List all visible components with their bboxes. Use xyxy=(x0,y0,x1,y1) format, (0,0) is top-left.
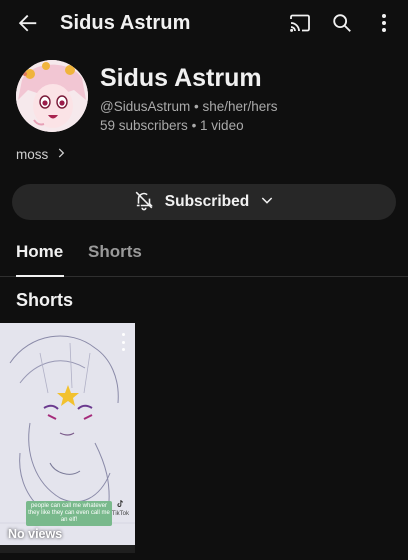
channel-link-text: moss xyxy=(16,147,49,162)
appbar-actions xyxy=(286,11,398,39)
channel-links-row[interactable]: moss xyxy=(16,146,68,163)
app-bar: Sidus Astrum xyxy=(0,0,408,50)
short-video-card[interactable]: people can call me whatever they like th… xyxy=(0,323,135,553)
separator-dot: • xyxy=(191,118,201,133)
tiktok-icon xyxy=(117,500,124,507)
search-button[interactable] xyxy=(328,11,356,39)
short-bottom-strip xyxy=(0,545,135,553)
channel-handle: @SidusAstrum xyxy=(100,99,191,114)
short-view-count: No views xyxy=(8,527,63,541)
more-options-button[interactable] xyxy=(370,11,398,39)
subscriber-count: 59 subscribers xyxy=(100,118,188,133)
channel-stats-line: 59 subscribers • 1 video xyxy=(100,118,278,133)
tiktok-watermark: TikTok xyxy=(112,499,129,517)
back-button[interactable] xyxy=(14,11,42,39)
page-title: Sidus Astrum xyxy=(60,12,191,34)
chevron-right-icon xyxy=(54,146,68,163)
tab-home[interactable]: Home xyxy=(16,242,63,262)
channel-header: Sidus Astrum @SidusAstrum • she/her/hers… xyxy=(16,58,396,138)
bell-off-icon xyxy=(133,189,155,216)
subscribed-button[interactable]: Subscribed xyxy=(12,184,396,220)
channel-handle-line: @SidusAstrum • she/her/hers xyxy=(100,99,278,114)
chevron-down-icon xyxy=(259,192,275,213)
video-count: 1 video xyxy=(200,118,244,133)
channel-name: Sidus Astrum xyxy=(100,64,262,92)
tab-shorts[interactable]: Shorts xyxy=(88,242,142,262)
avatar[interactable] xyxy=(16,60,88,132)
more-vert-icon xyxy=(121,333,125,336)
short-more-options-button[interactable] xyxy=(117,333,129,351)
short-caption-overlay: people can call me whatever they like th… xyxy=(26,501,112,526)
back-arrow-icon xyxy=(17,12,39,39)
tiktok-watermark-text: TikTok xyxy=(111,511,129,517)
cast-icon xyxy=(288,11,312,40)
more-vert-icon xyxy=(381,13,387,38)
channel-info: Sidus Astrum @SidusAstrum • she/her/hers… xyxy=(100,64,278,133)
channel-pronouns: she/her/hers xyxy=(202,99,278,114)
active-tab-indicator xyxy=(16,275,64,277)
shorts-section-title: Shorts xyxy=(16,290,74,310)
cast-button[interactable] xyxy=(286,11,314,39)
search-icon xyxy=(331,12,353,39)
channel-tabs: Home Shorts xyxy=(0,236,408,277)
subscribed-label: Subscribed xyxy=(164,193,250,210)
